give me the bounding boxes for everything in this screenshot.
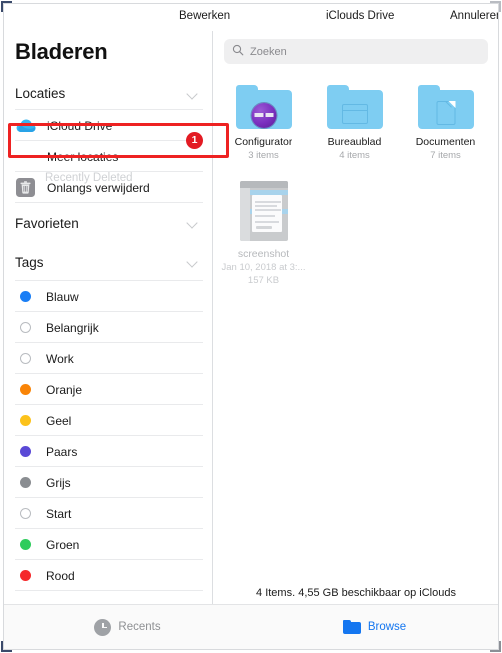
file-name: Bureaublad [327, 136, 382, 148]
sidebar-scroll-area[interactable]: Locaties iCloud Drive Meer locaties Onla… [4, 77, 212, 605]
crop-mark-bottom-right [490, 641, 501, 652]
tag-label: Belangrijk [46, 320, 99, 335]
tag-color-dot [20, 508, 31, 519]
folder-icon [417, 85, 474, 129]
sidebar-item-label: iCloud Drive [47, 118, 113, 133]
file-browser-panel: Zoeken Configurator 3 items Bureaublad 4… [214, 31, 498, 605]
status-bar-text: 4 Items. 4,55 GB beschikbaar op iClouds [256, 587, 456, 599]
sidebar-tag-geel[interactable]: Geel [4, 405, 212, 436]
tag-label: Oranje [46, 382, 83, 397]
sidebar-section-label: Locaties [15, 86, 66, 101]
sidebar-tag-rood[interactable]: Rood [4, 560, 212, 591]
sidebar-tag-start[interactable]: Start [4, 498, 212, 529]
file-grid: Configurator 3 items Bureaublad 4 items [214, 79, 498, 575]
sidebar-section-locaties[interactable]: Locaties [4, 77, 212, 110]
search-icon [232, 43, 244, 61]
sidebar-tag-blauw[interactable]: Blauw [4, 281, 212, 312]
tab-label: Recents [118, 621, 161, 633]
tag-color-dot [20, 570, 31, 581]
file-subtitle: Jan 10, 2018 at 3:... [221, 262, 306, 273]
tag-label: Geel [46, 413, 72, 428]
tag-color-dot [20, 291, 31, 302]
file-name: screenshot [237, 248, 290, 260]
file-grid-row: screenshot Jan 10, 2018 at 3:... 157 KB [218, 175, 494, 286]
tag-color-dot [20, 322, 31, 333]
edit-button[interactable]: Bewerken [179, 10, 230, 22]
sidebar-section-tags[interactable]: Tags [4, 243, 212, 281]
file-item-documenten[interactable]: Documenten 7 items [400, 79, 491, 161]
tag-label: Grijs [46, 475, 71, 490]
tab-browse[interactable]: Browse [251, 605, 498, 649]
sidebar-tag-groen[interactable]: Groen [4, 529, 212, 560]
sidebar-item-label: Meer locaties [47, 149, 119, 164]
window-glyph-icon [341, 104, 368, 124]
chevron-down-icon[interactable] [187, 219, 200, 227]
bottom-tab-bar: Recents Browse [4, 604, 498, 649]
file-item-configurator[interactable]: Configurator 3 items [218, 79, 309, 161]
sidebar-section-label: Favorieten [15, 215, 79, 231]
sidebar-tag-belangrijk[interactable]: Belangrijk [4, 312, 212, 343]
residual-recently-deleted-label: Recently Deleted [45, 172, 133, 184]
tag-color-dot [20, 539, 31, 550]
folder-icon [326, 85, 383, 129]
top-navigation-bar: Bewerken iClouds Drive Annuleren [4, 4, 498, 31]
tag-label: Paars [46, 444, 78, 459]
screenshot-root: Bewerken iClouds Drive Annuleren Bladere… [0, 0, 502, 653]
file-item-screenshot[interactable]: screenshot Jan 10, 2018 at 3:... 157 KB [218, 175, 309, 286]
crop-mark-bottom-left [1, 641, 12, 652]
file-grid-row: Configurator 3 items Bureaublad 4 items [218, 79, 494, 161]
tag-label: Start [46, 506, 72, 521]
page-title: Bladeren [15, 39, 108, 64]
file-size: 157 KB [247, 275, 280, 286]
tag-label: Blauw [46, 289, 79, 304]
clock-icon [94, 618, 112, 636]
folder-icon [342, 620, 361, 634]
file-name: Configurator [234, 136, 293, 148]
tab-label: Browse [367, 621, 407, 633]
file-picker-window: Bewerken iClouds Drive Annuleren Bladere… [3, 3, 499, 650]
file-item-bureaublad[interactable]: Bureaublad 4 items [309, 79, 400, 161]
tab-recents[interactable]: Recents [4, 605, 251, 649]
file-name: Documenten [415, 136, 476, 148]
sidebar-section-favorieten[interactable]: Favorieten [4, 203, 212, 243]
sidebar-tag-oranje[interactable]: Oranje [4, 374, 212, 405]
sidebar-item-icloud-drive[interactable]: iCloud Drive [4, 110, 212, 141]
divider [15, 590, 203, 591]
sidebar-section-label: Tags [15, 254, 44, 270]
search-placeholder: Zoeken [250, 45, 287, 58]
sidebar: Bladeren Locaties iCloud Drive Meer loca… [4, 31, 213, 605]
tag-label: Work [46, 351, 74, 366]
search-input[interactable]: Zoeken [224, 39, 488, 64]
configurator-badge-icon [251, 103, 276, 128]
trash-icon [15, 177, 36, 198]
crop-mark-top-right [490, 1, 501, 12]
cloud-icon [15, 115, 36, 136]
tag-color-dot [20, 384, 31, 395]
file-subtitle: 7 items [430, 150, 461, 161]
tag-label: Groen [46, 537, 80, 552]
sidebar-tag-grijs[interactable]: Grijs [4, 467, 212, 498]
crop-mark-top-left [1, 1, 12, 12]
tag-label: Rood [46, 568, 75, 583]
sidebar-tag-work[interactable]: Work [4, 343, 212, 374]
image-thumbnail [239, 181, 288, 241]
annotation-step-badge: 1 [186, 132, 203, 149]
tag-color-dot [20, 446, 31, 457]
tag-color-dot [20, 415, 31, 426]
sidebar-item-meer-locaties[interactable]: Meer locaties [4, 141, 212, 172]
tag-color-dot [20, 353, 31, 364]
tag-color-dot [20, 477, 31, 488]
document-glyph-icon [436, 101, 455, 125]
window-title: iClouds Drive [326, 10, 395, 22]
chevron-down-icon[interactable] [187, 258, 200, 266]
sidebar-tag-paars[interactable]: Paars [4, 436, 212, 467]
file-subtitle: 4 items [339, 150, 370, 161]
ellipsis-icon [15, 146, 36, 167]
file-subtitle: 3 items [248, 150, 279, 161]
chevron-down-icon[interactable] [187, 90, 200, 98]
folder-icon [235, 85, 292, 129]
